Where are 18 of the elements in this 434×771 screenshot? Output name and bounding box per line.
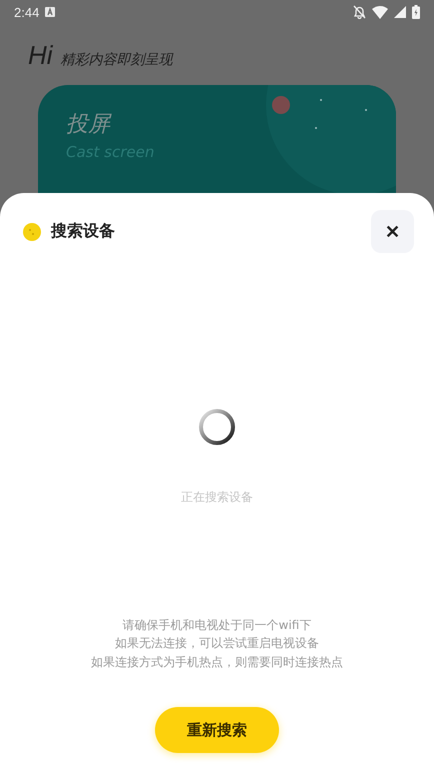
tip-text: 如果无法连接，可以尝试重启电视设备 — [115, 635, 319, 652]
sheet-title: 搜索设备 — [51, 221, 116, 242]
tip-text: 如果连接方式为手机热点，则需要同时连接热点 — [91, 654, 343, 670]
wifi-icon — [372, 6, 388, 18]
signal-icon — [394, 6, 406, 18]
battery-icon — [412, 5, 420, 19]
loading-spinner-icon — [197, 407, 237, 447]
research-button[interactable]: 重新搜索 — [155, 707, 279, 753]
status-time: 2:44 — [14, 4, 40, 20]
tip-text: 请确保手机和电视处于同一个wifi下 — [122, 616, 312, 634]
searching-status: 正在搜索设备 — [181, 489, 253, 506]
slogan: 精彩内容即刻呈现 — [60, 51, 173, 69]
bell-off-icon — [353, 5, 366, 19]
close-button[interactable]: ✕ — [371, 210, 414, 253]
sun-icon — [23, 222, 41, 240]
greeting: Hi — [28, 40, 53, 71]
notification-icon — [45, 7, 56, 17]
card-title: 投屏 — [66, 111, 113, 139]
